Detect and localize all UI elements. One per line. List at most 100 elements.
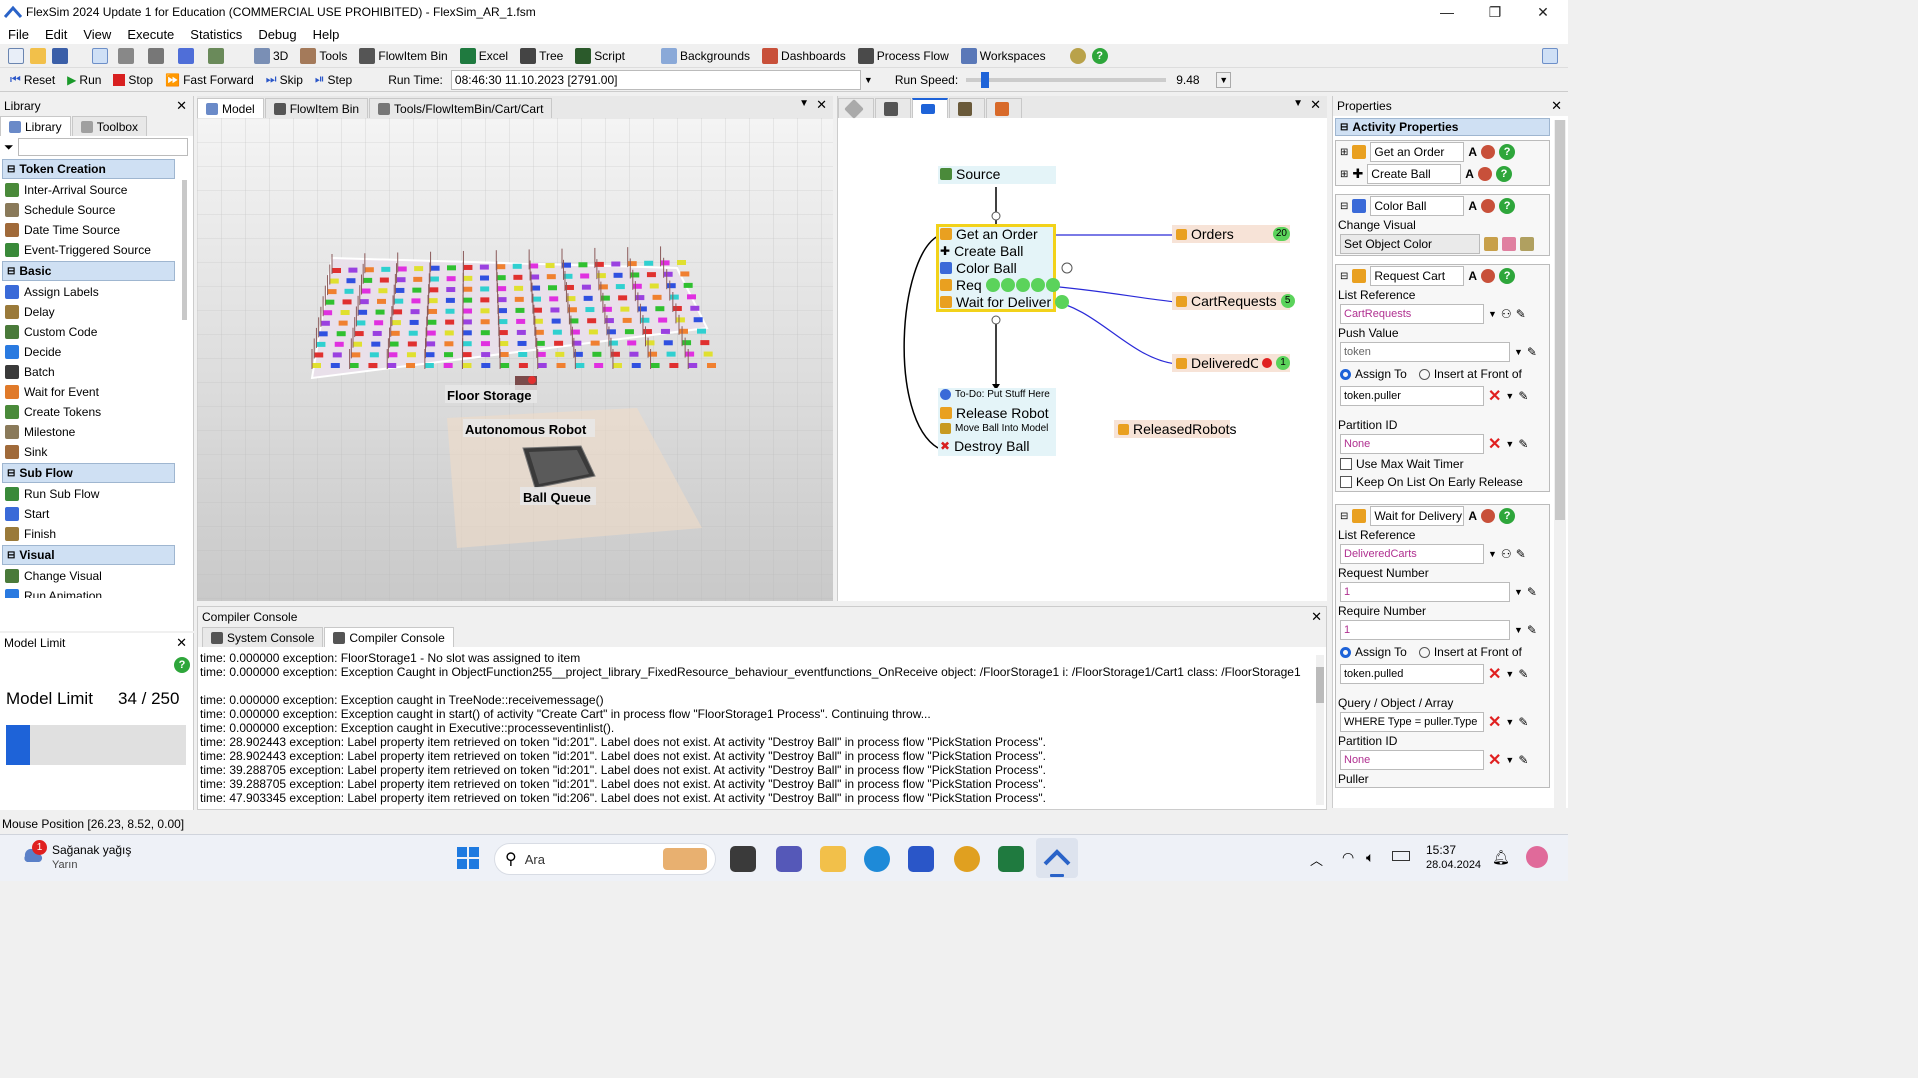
eyedropper-icon[interactable]: ✎ <box>1518 667 1528 681</box>
help-icon[interactable]: ? <box>1499 508 1516 524</box>
dropdown-icon[interactable]: ▼ <box>1505 391 1514 401</box>
activity-move-ball[interactable]: Move Ball Into Model <box>940 423 1048 434</box>
console-output[interactable]: time: 0.000000 exception: FloorStorage1 … <box>198 647 1308 807</box>
close-icon[interactable]: ✕ <box>1551 98 1562 114</box>
request-cart-name[interactable]: Request Cart <box>1370 266 1465 286</box>
list-orders[interactable]: Orders 20 <box>1172 225 1290 243</box>
query-field[interactable]: WHERE Type = puller.Type <box>1340 712 1484 732</box>
font-icon[interactable]: A <box>1468 509 1477 523</box>
view-mode-icon[interactable] <box>208 47 224 64</box>
dropdown-icon[interactable]: ▼ <box>1505 439 1514 449</box>
library-item[interactable]: Custom Code <box>0 322 193 342</box>
library-item[interactable]: Date Time Source <box>0 220 193 240</box>
eyedropper-icon[interactable]: ✎ <box>1518 437 1528 451</box>
tab-system-console[interactable]: System Console <box>202 627 324 647</box>
toolbar-tree-button[interactable]: Tree <box>514 45 569 67</box>
dropdown-icon[interactable]: ▼ <box>1505 669 1514 679</box>
menu-file[interactable]: File <box>0 27 37 42</box>
source-node[interactable]: Source <box>940 166 1000 182</box>
pointer-icon[interactable] <box>92 47 108 64</box>
tab-pf-3[interactable] <box>912 98 948 118</box>
assign-to-radio-2[interactable] <box>1340 646 1351 658</box>
dropdown-icon[interactable]: ▼ <box>1514 347 1523 357</box>
expand-icon[interactable]: ⊞ <box>1340 169 1348 180</box>
collapse-icon[interactable]: ⊟ <box>1340 201 1348 212</box>
tab-model[interactable]: Model <box>197 98 264 118</box>
use-max-wait-checkbox[interactable] <box>1340 458 1352 470</box>
tabs-dropdown-icon[interactable]: ▼ <box>1293 98 1303 109</box>
binoculars-icon[interactable]: ⚇ <box>1501 547 1512 561</box>
activity-properties-section[interactable]: ⊟ Activity Properties <box>1335 118 1550 136</box>
eyedropper-icon[interactable]: ✎ <box>1516 307 1526 321</box>
eraser-icon[interactable] <box>1502 237 1516 251</box>
toolbar-backgrounds-button[interactable]: Backgrounds <box>655 45 756 67</box>
toolbar-excel-button[interactable]: Excel <box>454 45 514 67</box>
activity-create-ball[interactable]: ✚ Create Ball <box>940 243 1023 259</box>
tab-pf-5[interactable] <box>986 98 1022 118</box>
properties-scroll-thumb[interactable] <box>1555 120 1565 520</box>
toolbar-flowitem-bin-button[interactable]: FlowItem Bin <box>353 45 453 67</box>
windows-start-icon[interactable] <box>456 846 480 870</box>
toolbar-3d-button[interactable]: 3D <box>248 45 294 67</box>
close-icon[interactable]: ✕ <box>1311 609 1322 625</box>
library-category-3[interactable]: ⊟ Visual <box>2 545 175 565</box>
list-cart-requests[interactable]: CartRequests 5 <box>1172 292 1295 310</box>
copilot-icon[interactable] <box>1526 846 1548 868</box>
close-icon[interactable]: ✕ <box>176 98 187 114</box>
weather-text[interactable]: Sağanak yağış <box>52 843 131 857</box>
model-3d-viewport[interactable]: Floor Storage Autonomous Robot Ball Queu… <box>197 118 833 601</box>
library-item[interactable]: Batch <box>0 362 193 382</box>
toolbar-script-button[interactable]: Script <box>569 45 631 67</box>
push-value-field[interactable]: token <box>1340 342 1510 362</box>
library-item[interactable]: Sink <box>0 442 193 462</box>
library-item[interactable]: Run Sub Flow <box>0 484 193 504</box>
gear-icon[interactable] <box>1069 47 1086 64</box>
library-category-2[interactable]: ⊟ Sub Flow <box>2 463 175 483</box>
menu-help[interactable]: Help <box>305 27 348 42</box>
clear-icon[interactable]: ✕ <box>1488 386 1501 406</box>
tab-flowitem-bin[interactable]: FlowItem Bin <box>264 98 369 118</box>
teams-icon[interactable] <box>776 846 802 872</box>
dropdown-icon[interactable]: ▼ <box>1514 625 1523 635</box>
collapse-icon[interactable]: ⊟ <box>1340 271 1348 282</box>
taskbar-search[interactable]: ⚲ Ara <box>494 843 716 875</box>
library-scrollbar[interactable] <box>182 180 187 320</box>
step-button[interactable]: ⏯ Step <box>309 69 358 91</box>
toolbar-dashboards-button[interactable]: Dashboards <box>756 45 852 67</box>
list-released-robots[interactable]: ReleasedRobots <box>1114 420 1237 438</box>
help-icon[interactable]: ? <box>1499 144 1516 160</box>
chrome-icon[interactable] <box>954 846 980 872</box>
eyedropper-icon[interactable]: ✎ <box>1516 547 1526 561</box>
activity-get-order[interactable]: Get an Order <box>940 226 1038 242</box>
help-icon[interactable]: ? <box>1091 47 1108 64</box>
eyedropper-icon[interactable]: ✎ <box>1518 753 1528 767</box>
disconnect-icon[interactable] <box>148 47 164 64</box>
run-speed-dropdown-icon[interactable]: ▼ <box>1216 71 1232 88</box>
open-folder-icon[interactable] <box>30 47 46 64</box>
library-search-input[interactable] <box>17 138 188 156</box>
font-icon[interactable]: A <box>1465 167 1474 181</box>
palette-icon[interactable] <box>1481 269 1496 283</box>
connect-icon[interactable] <box>118 47 134 64</box>
excel-taskbar-icon[interactable] <box>998 846 1024 872</box>
library-item[interactable]: Create Tokens <box>0 402 193 422</box>
dropdown-icon[interactable]: ▼ <box>1514 587 1523 597</box>
menu-statistics[interactable]: Statistics <box>182 27 250 42</box>
clock-time[interactable]: 15:37 <box>1426 843 1456 857</box>
close-icon[interactable]: ✕ <box>1310 97 1321 113</box>
create-ball-name[interactable]: Create Ball <box>1367 164 1462 184</box>
request-number-field[interactable]: 1 <box>1340 582 1510 602</box>
library-item[interactable]: Change Visual <box>0 566 193 586</box>
run-time-field[interactable]: 08:46:30 11.10.2023 [2791.00] <box>450 69 861 90</box>
console-scroll-thumb[interactable] <box>1316 667 1324 703</box>
task-view-icon[interactable] <box>730 846 756 872</box>
battery-icon[interactable] <box>1392 851 1410 861</box>
font-icon[interactable]: A <box>1468 269 1477 283</box>
panel-layout-icon[interactable] <box>1542 47 1558 64</box>
run-time-dropdown-icon[interactable]: ▼ <box>864 75 873 85</box>
activity-release-robot[interactable]: Release Robot <box>940 405 1049 421</box>
library-item[interactable]: Finish <box>0 524 193 544</box>
edge-icon[interactable] <box>864 846 890 872</box>
eyedropper-icon[interactable]: ✎ <box>1518 715 1528 729</box>
tab-pf-4[interactable] <box>949 98 985 118</box>
